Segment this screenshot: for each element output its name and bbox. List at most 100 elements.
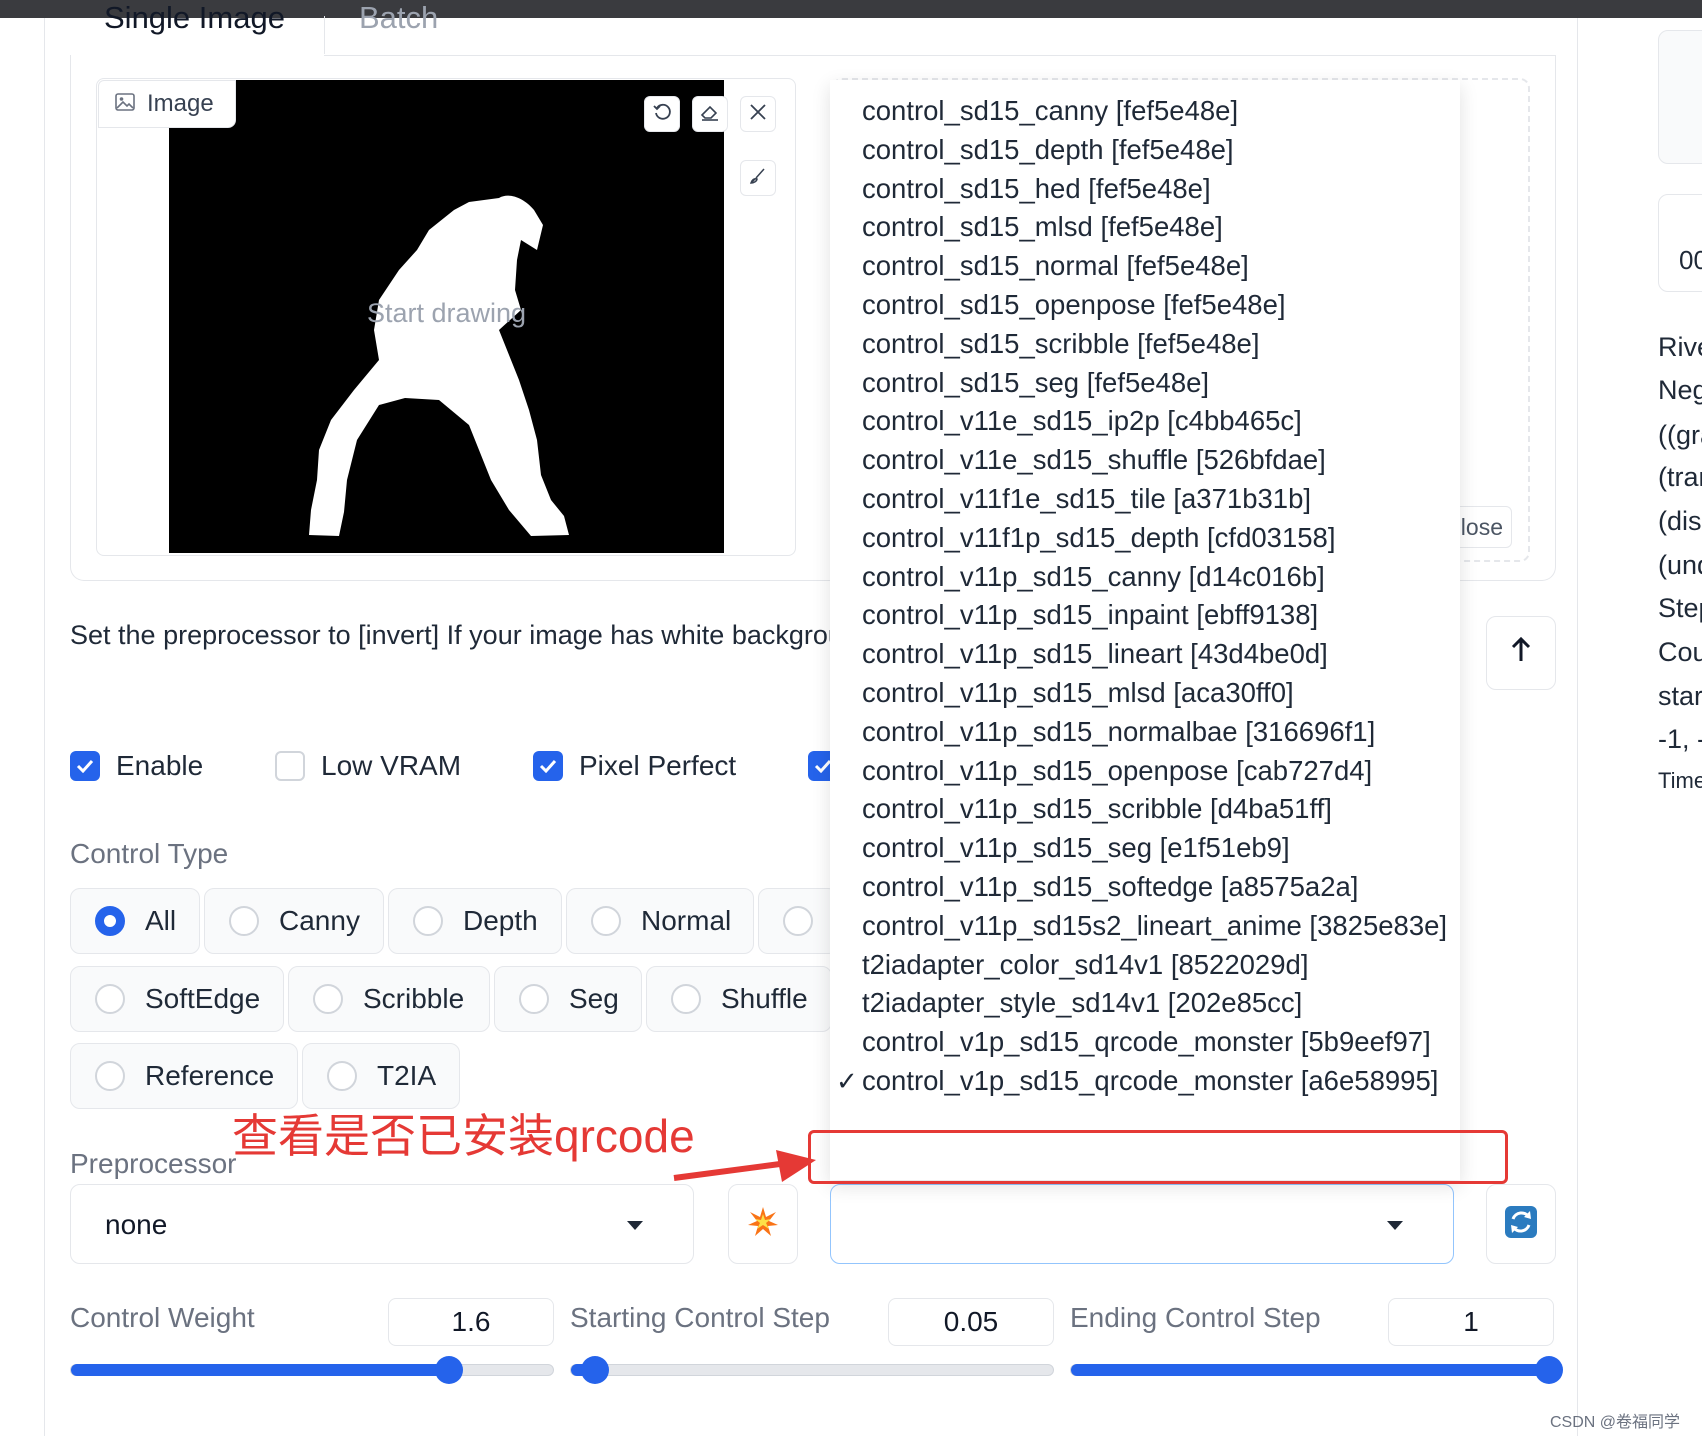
model-option[interactable]: control_v11e_sd15_ip2p [c4bb465c] — [862, 400, 1302, 442]
right-panel-text: Time — [1658, 768, 1702, 793]
model-option[interactable]: control_v11p_sd15_openpose [cab727d4] — [862, 750, 1372, 792]
model-option[interactable]: control_sd15_openpose [fef5e48e] — [862, 284, 1286, 326]
radio-label: All — [145, 905, 177, 936]
watermark: CSDN @卷福同学 — [1550, 1414, 1681, 1431]
model-option[interactable]: control_v11f1e_sd15_tile [a371b31b] — [862, 478, 1311, 520]
starting-step-slider[interactable] — [570, 1356, 1054, 1384]
radio-normal[interactable]: Normal — [566, 888, 754, 954]
model-dropdown-list: control_sd15_canny [fef5e48e] control_sd1… — [830, 80, 1460, 1180]
tab-single-image[interactable]: Single Image — [104, 0, 285, 36]
tab-divider — [324, 16, 325, 54]
model-option[interactable]: control_sd15_normal [fef5e48e] — [862, 245, 1249, 287]
ending-step-input[interactable]: 1 — [1388, 1298, 1554, 1346]
slider-thumb[interactable] — [1535, 1356, 1563, 1384]
enable-label: Enable — [116, 750, 204, 781]
control-weight-input[interactable]: 1.6 — [388, 1298, 554, 1346]
radio-icon — [327, 1061, 357, 1091]
seed-text: 00 — [1679, 245, 1702, 275]
radio-canny[interactable]: Canny — [204, 888, 384, 954]
right-panel-text: Neg — [1658, 375, 1702, 405]
pixel-perfect-label: Pixel Perfect — [579, 750, 737, 781]
undo-icon — [652, 102, 672, 127]
radio-all[interactable]: All — [70, 888, 200, 954]
enable-checkbox[interactable]: Enable — [70, 750, 203, 782]
model-option[interactable]: control_sd15_scribble [fef5e48e] — [862, 323, 1260, 365]
close-icon — [749, 103, 767, 126]
right-panel-seed-card: 00 — [1658, 194, 1702, 292]
panel-border-left — [44, 18, 45, 1436]
radio-label: Depth — [463, 905, 538, 936]
radio-seg[interactable]: Seg — [494, 966, 642, 1032]
pixel-perfect-checkbox[interactable]: Pixel Perfect — [533, 750, 736, 782]
model-option[interactable]: control_v11f1p_sd15_depth [cfd03158] — [862, 517, 1335, 559]
model-option[interactable]: control_v1p_sd15_qrcode_monster [5b9eef9… — [862, 1021, 1431, 1063]
model-option[interactable]: control_v11p_sd15s2_lineart_anime [3825e… — [862, 905, 1447, 947]
radio-icon — [519, 984, 549, 1014]
radio-icon — [783, 906, 813, 936]
radio-label: Normal — [641, 905, 732, 936]
drawing-canvas[interactable]: Start drawing — [169, 80, 724, 553]
radio-icon — [95, 984, 125, 1014]
brush-button[interactable] — [740, 160, 776, 196]
panel-border-right — [1577, 18, 1578, 1436]
clear-button[interactable] — [740, 96, 776, 132]
model-select[interactable] — [830, 1184, 1454, 1264]
model-option[interactable]: control_v11p_sd15_normalbae [316696f1] — [862, 711, 1375, 753]
preprocessor-value: none — [105, 1209, 168, 1240]
starting-step-label: Starting Control Step — [570, 1302, 830, 1333]
model-option[interactable]: control_sd15_canny [fef5e48e] — [862, 90, 1238, 132]
model-option[interactable]: control_v11p_sd15_scribble [d4ba51ff] — [862, 788, 1332, 830]
preprocessor-select[interactable]: none — [70, 1184, 694, 1264]
model-option[interactable]: control_sd15_mlsd [fef5e48e] — [862, 206, 1223, 248]
radio-shuffle[interactable]: Shuffle — [646, 966, 832, 1032]
model-option[interactable]: control_sd15_depth [fef5e48e] — [862, 129, 1234, 171]
model-option[interactable]: control_v11p_sd15_inpaint [ebff9138] — [862, 594, 1318, 636]
send-up-button[interactable] — [1486, 616, 1556, 690]
undo-button[interactable] — [644, 96, 680, 132]
radio-icon — [413, 906, 443, 936]
image-label: Image — [98, 80, 236, 128]
right-panel-text: (und — [1658, 550, 1702, 580]
checkbox-checked-icon — [70, 751, 100, 781]
right-panel-text: Step — [1658, 593, 1702, 623]
model-option[interactable]: control_v11p_sd15_mlsd [aca30ff0] — [862, 672, 1294, 714]
explosion-icon — [747, 1206, 779, 1243]
model-option[interactable]: control_v1p_sd15_qrcode_monster [a6e5899… — [862, 1060, 1438, 1102]
ending-step-slider[interactable] — [1070, 1356, 1563, 1384]
annotation-text: 查看是否已安装qrcode — [232, 1110, 695, 1162]
invert-hint-text: Set the preprocessor to [invert] If your… — [70, 620, 832, 650]
starting-step-input[interactable]: 0.05 — [888, 1298, 1054, 1346]
slider-thumb[interactable] — [434, 1356, 463, 1384]
eraser-icon — [699, 102, 721, 127]
run-preprocessor-button[interactable] — [728, 1184, 798, 1264]
model-option[interactable]: control_v11p_sd15_canny [d14c016b] — [862, 556, 1325, 598]
radio-softedge[interactable]: SoftEdge — [70, 966, 284, 1032]
radio-depth[interactable]: Depth — [388, 888, 562, 954]
slider-thumb[interactable] — [581, 1356, 610, 1384]
model-option[interactable]: control_v11p_sd15_softedge [a8575a2a] — [862, 866, 1358, 908]
checkmark-icon: ✓ — [836, 1066, 858, 1096]
close-preview-button[interactable]: lose — [1454, 506, 1512, 548]
arrow-up-icon — [1508, 635, 1534, 671]
model-option[interactable]: control_v11p_sd15_lineart [43d4be0d] — [862, 633, 1328, 675]
model-option[interactable]: control_sd15_seg [fef5e48e] — [862, 362, 1209, 404]
refresh-models-button[interactable] — [1486, 1184, 1556, 1264]
radio-openpose[interactable] — [758, 888, 838, 954]
tab-batch[interactable]: Batch — [359, 0, 438, 36]
control-weight-slider[interactable] — [70, 1356, 554, 1384]
highlight-box — [808, 1130, 1508, 1184]
radio-label: Seg — [569, 983, 619, 1014]
model-option[interactable]: t2iadapter_color_sd14v1 [8522029d] — [862, 944, 1308, 986]
image-label-text: Image — [147, 90, 214, 117]
right-panel-text: (dis — [1658, 506, 1702, 536]
low-vram-checkbox[interactable]: Low VRAM — [275, 750, 461, 782]
model-option[interactable]: t2iadapter_style_sd14v1 [202e85cc] — [862, 982, 1302, 1024]
model-option[interactable]: control_sd15_hed [fef5e48e] — [862, 168, 1211, 210]
model-option[interactable]: control_v11e_sd15_shuffle [526bfdae] — [862, 439, 1326, 481]
slider-fill — [1071, 1364, 1555, 1376]
eraser-button[interactable] — [692, 96, 728, 132]
right-panel-text: ((gra — [1658, 420, 1702, 450]
radio-scribble[interactable]: Scribble — [288, 966, 490, 1032]
model-option[interactable]: control_v11p_sd15_seg [e1f51eb9] — [862, 827, 1290, 869]
right-panel-card — [1658, 30, 1702, 164]
